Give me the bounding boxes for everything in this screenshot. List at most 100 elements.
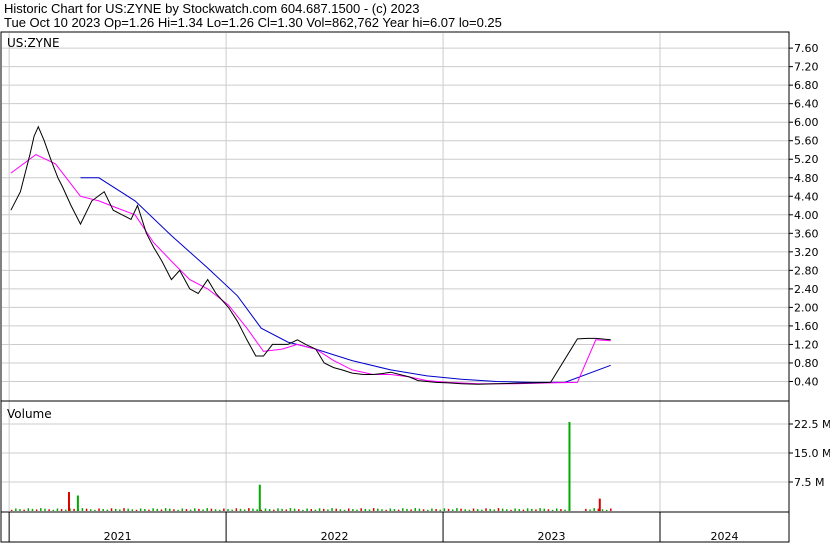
volume-bar — [610, 508, 612, 511]
volume-bar — [310, 509, 312, 511]
volume-bar — [510, 509, 512, 511]
volume-bar — [456, 508, 458, 511]
volume-bar — [560, 509, 562, 511]
volume-bar — [210, 508, 213, 511]
volume-bar — [156, 508, 159, 511]
volume-bar — [343, 509, 346, 511]
volume-bar — [123, 508, 125, 511]
volume-bar — [106, 509, 109, 511]
volume-bar — [439, 509, 441, 511]
price-tick-label: 5.60 — [794, 135, 819, 148]
volume-bar — [181, 508, 184, 511]
volume-bar — [585, 508, 587, 511]
volume-bar — [169, 508, 171, 511]
volume-bar — [73, 508, 75, 511]
volume-bar — [131, 509, 134, 511]
volume-bar — [347, 508, 350, 511]
volume-bar — [564, 509, 566, 511]
volume-bar — [273, 509, 275, 511]
volume-spike-bar — [67, 492, 70, 511]
volume-bar — [60, 509, 63, 511]
volume-bar — [268, 509, 271, 511]
volume-bar — [231, 509, 233, 511]
volume-bar — [422, 509, 425, 511]
volume-bar — [402, 508, 404, 511]
volume-bar — [189, 509, 192, 511]
volume-bar — [206, 508, 208, 511]
volume-bar — [352, 509, 354, 511]
volume-bar — [160, 509, 163, 511]
volume-bar — [227, 509, 229, 511]
volume-bar — [202, 509, 204, 511]
volume-bar — [385, 509, 387, 511]
price-tick-label: 6.40 — [794, 98, 819, 111]
volume-bar — [260, 509, 263, 511]
volume-bar — [368, 509, 371, 511]
volume-bar — [543, 508, 546, 511]
volume-bar — [10, 509, 13, 511]
volume-bar — [389, 508, 392, 511]
volume-bar — [593, 508, 595, 511]
volume-bar — [218, 509, 221, 511]
price-y-axis: 7.60 7.20 6.80 6.40 6.00 5.60 5.20 4.80 4.40 4.00… — [789, 42, 819, 388]
x-axis-years: 2021 2022 2023 2024 — [104, 530, 739, 543]
price-tick-label: 0.80 — [794, 357, 819, 370]
volume-bar — [302, 509, 304, 511]
volume-bar — [372, 508, 375, 511]
volume-bar — [264, 508, 267, 511]
volume-bar — [377, 508, 379, 511]
volume-bar — [476, 509, 479, 511]
price-tick-label: 2.40 — [794, 283, 819, 296]
volume-bar — [281, 508, 283, 511]
volume-bar — [418, 508, 421, 511]
volume-bar — [23, 509, 25, 511]
volume-bar — [44, 508, 46, 511]
volume-bar — [173, 509, 175, 511]
volume-spike-bar — [598, 498, 601, 511]
volume-bar — [531, 508, 533, 511]
volume-bar — [193, 508, 196, 511]
year-label: 2021 — [104, 530, 132, 543]
price-panel-frame — [0, 31, 790, 402]
volume-tick-label: 7.5 M — [794, 476, 824, 489]
volume-bar — [239, 508, 242, 511]
volume-bar — [339, 509, 342, 511]
volume-bar — [119, 509, 121, 511]
volume-bar — [277, 508, 279, 511]
volume-bar — [397, 509, 400, 511]
volume-bar — [252, 508, 254, 511]
volume-bar — [198, 508, 200, 511]
volume-spike-bar — [76, 495, 79, 511]
volume-bar — [318, 508, 321, 511]
volume-bar — [331, 508, 333, 511]
volume-bar — [65, 509, 67, 511]
price-tick-label: 2.00 — [794, 301, 819, 314]
volume-bar — [435, 509, 437, 511]
volume-bar — [481, 509, 483, 511]
volume-bar — [489, 508, 491, 511]
volume-bar — [248, 508, 250, 511]
price-tick-label: 2.80 — [794, 264, 819, 277]
volume-bar — [293, 508, 296, 511]
volume-bar — [52, 509, 55, 511]
volume-bar — [114, 508, 117, 511]
volume-bar — [322, 508, 325, 511]
price-tick-label: 1.20 — [794, 338, 819, 351]
volume-bar — [152, 508, 154, 511]
volume-bar — [19, 509, 21, 511]
volume-bar — [327, 509, 329, 511]
volume-bar — [364, 508, 367, 511]
volume-bar — [127, 508, 129, 511]
volume-spike-bar — [568, 422, 571, 511]
volume-bar — [551, 509, 554, 511]
volume-bar — [460, 508, 462, 511]
volume-bar — [514, 508, 516, 511]
price-tick-label: 4.00 — [794, 209, 819, 222]
volume-bar — [135, 509, 138, 511]
price-tick-label: 7.60 — [794, 42, 819, 55]
volume-bar — [40, 508, 42, 511]
price-tick-label: 4.40 — [794, 190, 819, 203]
volume-bar — [381, 509, 383, 511]
price-tick-label: 3.20 — [794, 246, 819, 259]
volume-bar — [539, 508, 541, 511]
